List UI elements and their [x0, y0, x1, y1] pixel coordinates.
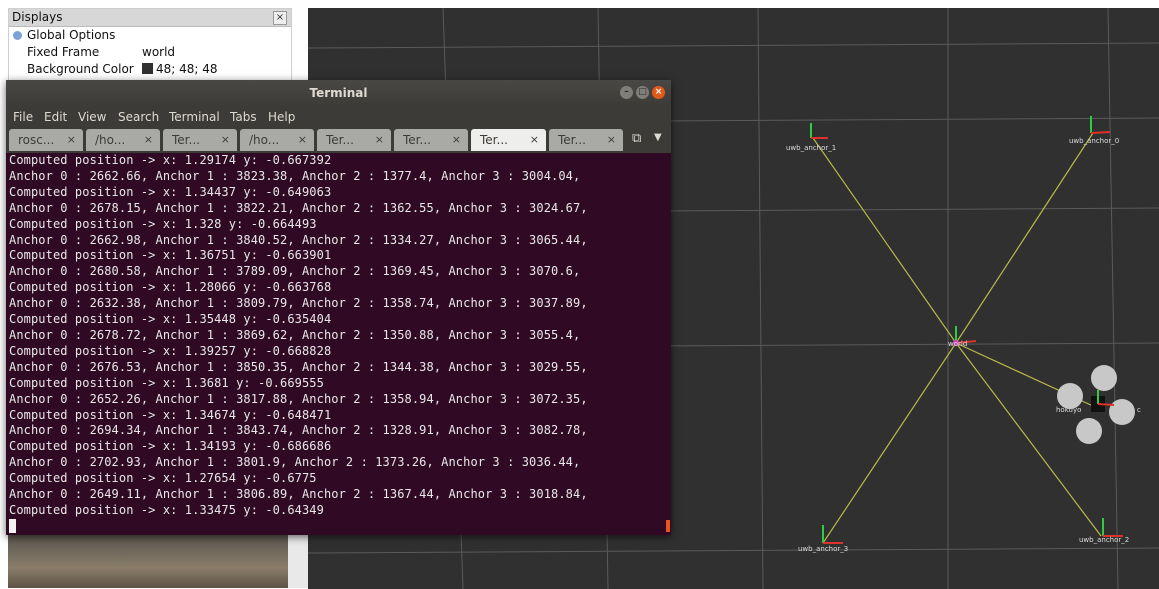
tab-label: Ter...	[480, 133, 508, 147]
menu-edit[interactable]: Edit	[44, 106, 67, 128]
terminal-line: Anchor 0 : 2662.66, Anchor 1 : 3823.38, …	[9, 168, 581, 183]
terminal-menubar: File Edit View Search Terminal Tabs Help	[6, 106, 671, 128]
terminal-line: Computed position -> x: 1.35448 y: -0.63…	[9, 312, 332, 327]
terminal-line: Computed position -> x: 1.34437 y: -0.64…	[9, 184, 332, 199]
terminal-window[interactable]: Terminal – □ × File Edit View Search Ter…	[6, 80, 671, 535]
tab-label: Ter...	[172, 133, 200, 147]
tab-7-active[interactable]: Ter... ×	[471, 129, 546, 151]
tab-close-icon[interactable]: ×	[221, 129, 230, 151]
tab-3[interactable]: Ter... ×	[163, 129, 237, 151]
menu-help[interactable]: Help	[268, 106, 295, 128]
tab-4[interactable]: /ho... ×	[240, 129, 314, 151]
color-swatch-icon	[142, 63, 153, 74]
terminal-line: Anchor 0 : 2662.98, Anchor 1 : 3840.52, …	[9, 232, 588, 247]
terminal-line: Computed position -> x: 1.29174 y: -0.66…	[9, 153, 332, 167]
terminal-line: Computed position -> x: 1.33475 y: -0.64…	[9, 502, 324, 517]
terminal-line: Anchor 0 : 2680.58, Anchor 1 : 3789.09, …	[9, 264, 581, 279]
terminal-line: Computed position -> x: 1.27654 y: -0.67…	[9, 471, 317, 486]
terminal-line: Computed position -> x: 1.28066 y: -0.66…	[9, 280, 332, 295]
close-icon[interactable]: ×	[652, 86, 665, 99]
chevron-down-icon[interactable]: ▼	[654, 132, 662, 143]
displays-panel-title: Displays	[9, 9, 291, 27]
terminal-title: Terminal	[309, 86, 368, 100]
displays-panel: Displays × Global Options Fixed Frame wo…	[8, 8, 292, 84]
minimize-icon[interactable]: –	[620, 86, 633, 99]
global-options-icon	[13, 31, 22, 40]
menu-view[interactable]: View	[78, 106, 106, 128]
anchor-0-label: uwb_anchor_0	[1069, 137, 1119, 145]
terminal-titlebar[interactable]: Terminal – □ ×	[6, 80, 671, 106]
terminal-line: Computed position -> x: 1.39257 y: -0.66…	[9, 343, 332, 358]
drone-model[interactable]: hokuyo c	[1056, 365, 1141, 444]
terminal-line: Anchor 0 : 2678.72, Anchor 1 : 3869.62, …	[9, 327, 581, 342]
terminal-output[interactable]: Computed position -> x: 1.29174 y: -0.66…	[9, 153, 659, 536]
terminal-line: Computed position -> x: 1.328 y: -0.6644…	[9, 216, 317, 231]
terminal-lines: Computed position -> x: 1.29174 y: -0.66…	[9, 153, 659, 519]
terminal-line: Anchor 0 : 2702.93, Anchor 1 : 3801.9, A…	[9, 455, 581, 470]
tab-close-icon[interactable]: ×	[607, 129, 616, 151]
anchor-3-marker[interactable]: uwb_anchor_3	[798, 525, 848, 553]
scrollbar-marker[interactable]	[666, 520, 670, 532]
anchor-1-marker[interactable]: uwb_anchor_1	[786, 123, 836, 152]
tab-label: Ter...	[326, 133, 354, 147]
menu-tabs[interactable]: Tabs	[230, 106, 257, 128]
tab-5[interactable]: Ter... ×	[317, 129, 391, 151]
terminal-line: Anchor 0 : 2694.34, Anchor 1 : 3843.74, …	[9, 423, 588, 438]
terminal-line: Anchor 0 : 2678.15, Anchor 1 : 3822.21, …	[9, 200, 588, 215]
terminal-line: Anchor 0 : 2652.26, Anchor 1 : 3817.88, …	[9, 391, 588, 406]
terminal-line: Anchor 0 : 2632.38, Anchor 1 : 3809.79, …	[9, 296, 588, 311]
anchor-2-label: uwb_anchor_2	[1079, 536, 1129, 544]
tab-close-icon[interactable]: ×	[452, 129, 461, 151]
fixed-frame-value[interactable]: world	[142, 44, 175, 61]
terminal-tabbar: rosc... × /ho... × Ter... × /ho... × Ter... ×…	[6, 128, 671, 153]
fixed-frame-row[interactable]: Fixed Frame world	[9, 44, 291, 61]
tab-8[interactable]: Ter... ×	[549, 129, 623, 151]
tab-6[interactable]: Ter... ×	[394, 129, 468, 151]
terminal-line: Computed position -> x: 1.3681 y: -0.669…	[9, 375, 324, 390]
anchor-0-marker[interactable]: uwb_anchor_0	[1069, 116, 1119, 145]
anchor-1-label: uwb_anchor_1	[786, 144, 836, 152]
background-color-text: 48; 48; 48	[156, 62, 218, 76]
tab-label: rosc...	[18, 133, 55, 147]
tab-close-icon[interactable]: ×	[144, 129, 153, 151]
terminal-line: Anchor 0 : 2649.11, Anchor 1 : 3806.89, …	[9, 487, 588, 502]
fixed-frame-label: Fixed Frame	[27, 45, 100, 59]
tab-label: /ho...	[95, 133, 126, 147]
menu-search[interactable]: Search	[118, 106, 159, 128]
menu-file[interactable]: File	[13, 106, 33, 128]
tab-close-icon[interactable]: ×	[530, 129, 539, 151]
menu-terminal[interactable]: Terminal	[169, 106, 220, 128]
global-options-label: Global Options	[27, 28, 116, 42]
tab-label: Ter...	[558, 133, 586, 147]
world-origin-label: world	[948, 340, 967, 348]
background-color-row[interactable]: Background Color 48; 48; 48	[9, 61, 291, 78]
anchor-2-marker[interactable]: uwb_anchor_2	[1079, 518, 1129, 544]
close-icon[interactable]: ×	[273, 11, 287, 25]
global-options-row[interactable]: Global Options	[9, 27, 291, 44]
tab-2[interactable]: /ho... ×	[86, 129, 160, 151]
background-color-value[interactable]: 48; 48; 48	[142, 61, 218, 78]
tab-close-icon[interactable]: ×	[67, 129, 76, 151]
terminal-line: Computed position -> x: 1.36751 y: -0.66…	[9, 248, 332, 263]
terminal-line: Computed position -> x: 1.34674 y: -0.64…	[9, 407, 332, 422]
tab-label: /ho...	[249, 133, 280, 147]
new-tab-icon[interactable]: ⧉	[632, 131, 641, 146]
tab-close-icon[interactable]: ×	[298, 129, 307, 151]
tab-label: Ter...	[403, 133, 431, 147]
drone-left-label: hokuyo	[1056, 406, 1081, 414]
tab-1[interactable]: rosc... ×	[9, 129, 83, 151]
text-cursor	[9, 518, 16, 533]
terminal-line: Computed position -> x: 1.34193 y: -0.68…	[9, 439, 332, 454]
anchor-3-label: uwb_anchor_3	[798, 545, 848, 553]
tab-close-icon[interactable]: ×	[375, 129, 384, 151]
background-color-label: Background Color	[27, 62, 134, 76]
terminal-line: Anchor 0 : 2676.53, Anchor 1 : 3850.35, …	[9, 359, 588, 374]
drone-right-label: c	[1137, 406, 1141, 414]
maximize-icon[interactable]: □	[636, 86, 649, 99]
